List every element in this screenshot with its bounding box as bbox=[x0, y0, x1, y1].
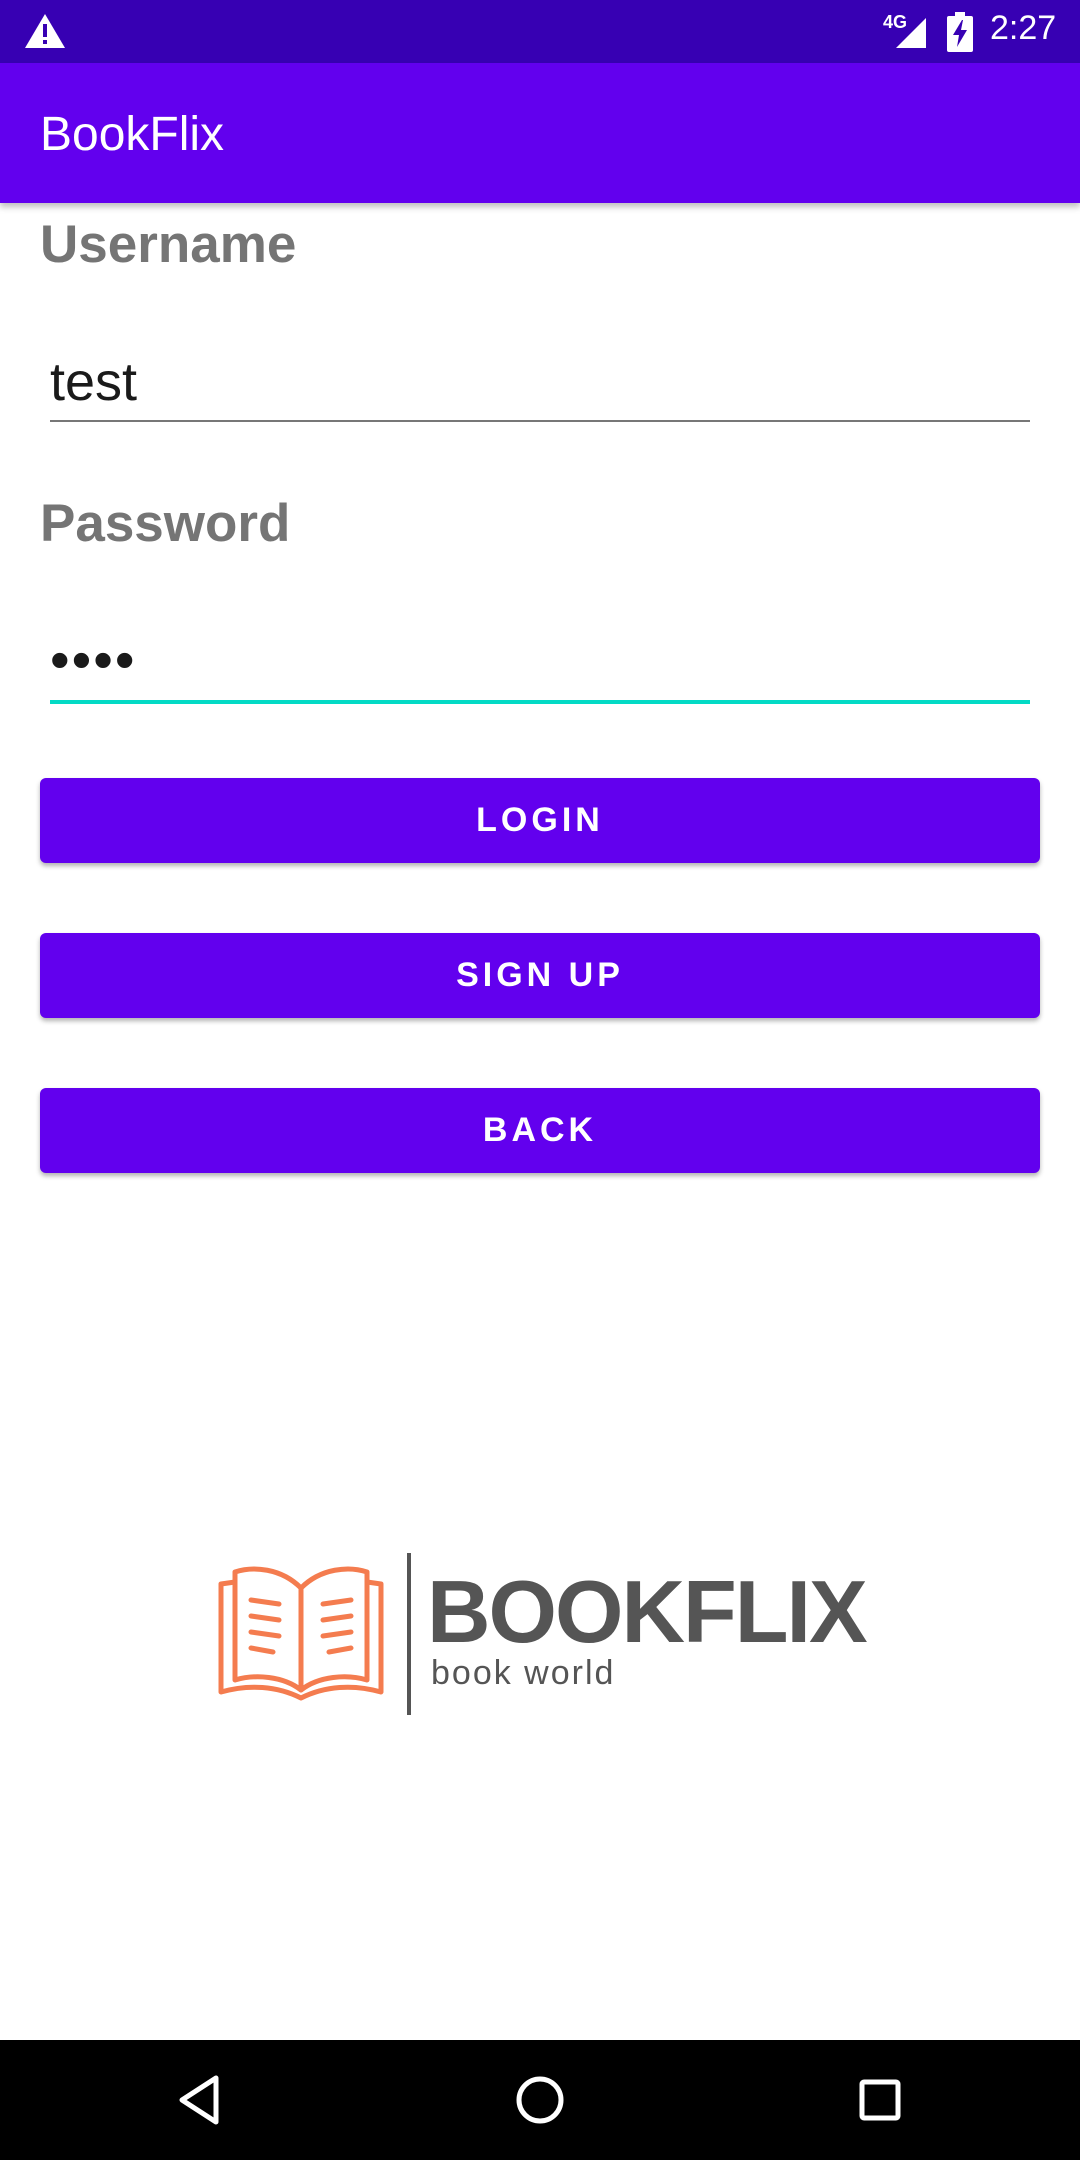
login-button[interactable]: LOGIN bbox=[40, 778, 1040, 863]
signal-icon bbox=[896, 18, 926, 48]
back-button[interactable]: BACK bbox=[40, 1088, 1040, 1173]
nav-back-icon[interactable] bbox=[170, 2070, 230, 2130]
nav-home-icon[interactable] bbox=[510, 2070, 570, 2130]
password-underline-focused bbox=[50, 700, 1030, 704]
password-label: Password bbox=[40, 494, 291, 553]
logo-brand-text: BOOKFLIX bbox=[427, 1562, 868, 1661]
username-label: Username bbox=[40, 215, 297, 274]
username-input[interactable] bbox=[50, 342, 1030, 422]
bookflix-logo: BOOKFLIX book world bbox=[215, 1548, 875, 1718]
warning-icon bbox=[25, 14, 65, 48]
logo-divider bbox=[407, 1553, 411, 1715]
clock: 2:27 bbox=[990, 9, 1057, 47]
status-bar: 4G 2:27 bbox=[0, 0, 1080, 63]
logo-tagline: book world bbox=[431, 1654, 616, 1692]
username-underline bbox=[50, 420, 1030, 422]
battery-charging-icon bbox=[947, 12, 973, 52]
open-book-icon bbox=[218, 1566, 384, 1701]
app-bar: BookFlix bbox=[0, 63, 1080, 203]
app-title: BookFlix bbox=[40, 108, 225, 161]
signup-button[interactable]: SIGN UP bbox=[40, 933, 1040, 1018]
password-input[interactable]: •••• bbox=[50, 620, 1030, 700]
system-nav-bar bbox=[0, 2040, 1080, 2160]
nav-recents-icon[interactable] bbox=[850, 2070, 910, 2130]
